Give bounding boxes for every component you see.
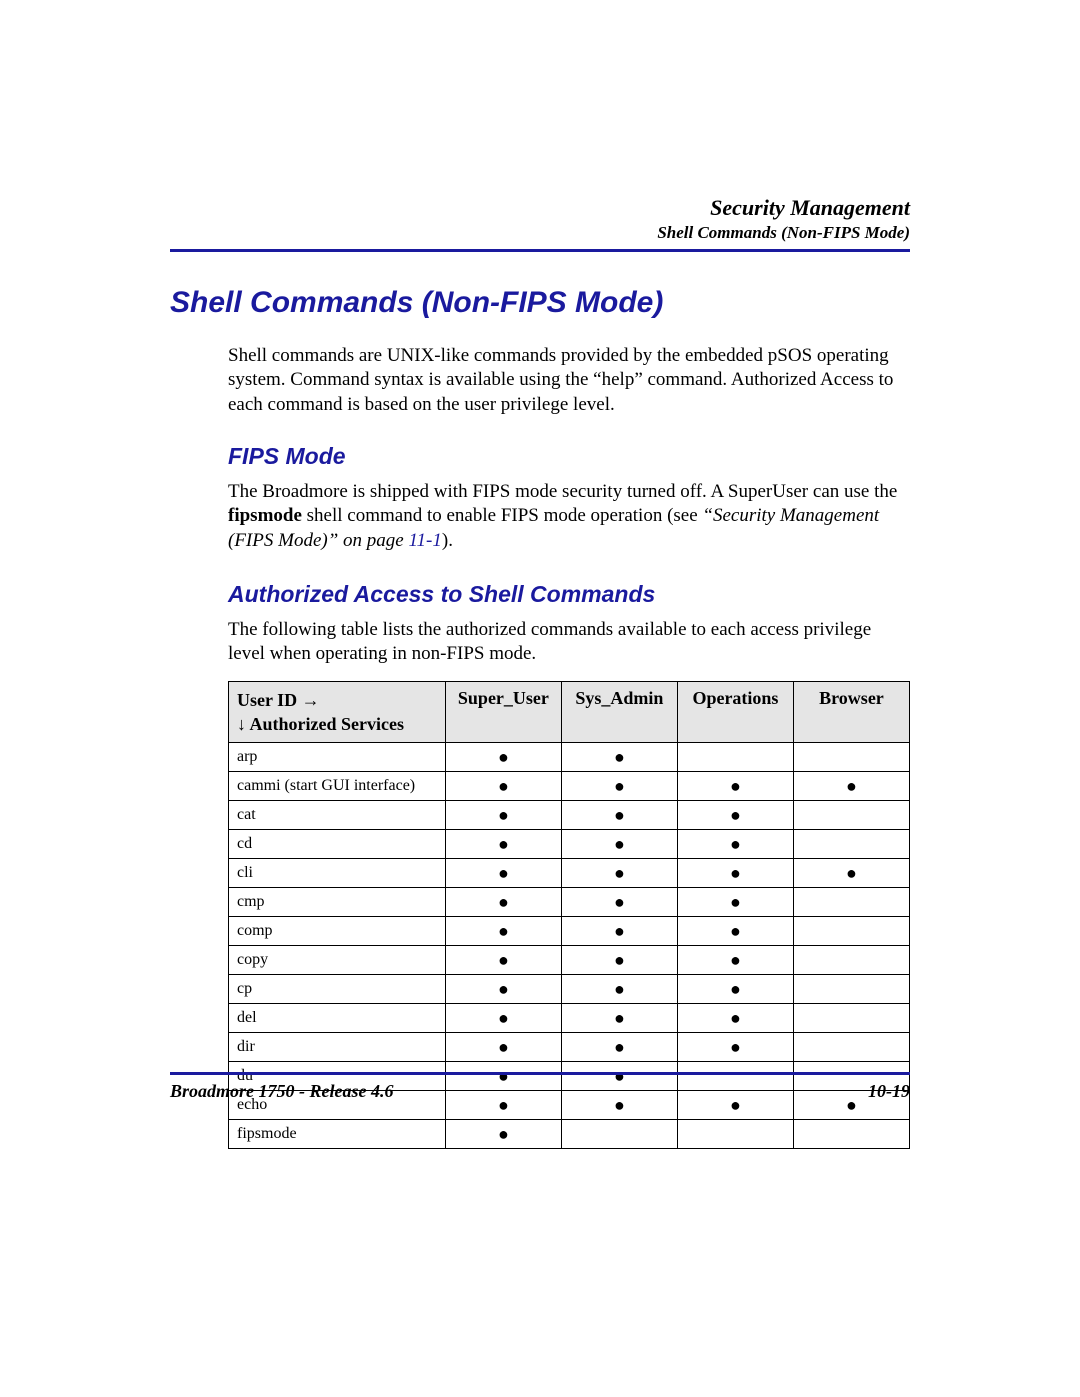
access-cell: ● <box>677 888 793 917</box>
access-cell: ● <box>561 946 677 975</box>
command-cell: comp <box>229 917 446 946</box>
command-cell: cammi (start GUI interface) <box>229 772 446 801</box>
command-cell: fipsmode <box>229 1120 446 1149</box>
table-row: cd●●● <box>229 830 910 859</box>
command-cell: dir <box>229 1033 446 1062</box>
access-cell <box>793 888 909 917</box>
access-cell <box>677 1120 793 1149</box>
fips-bold: fipsmode <box>228 505 302 526</box>
command-cell: del <box>229 1004 446 1033</box>
footer-left: Broadmore 1750 - Release 4.6 <box>170 1081 393 1102</box>
fips-text-b: shell command to enable FIPS mode operat… <box>302 505 703 526</box>
access-cell: ● <box>445 1120 561 1149</box>
table-header-col-1: Sys_Admin <box>561 681 677 743</box>
access-cell <box>793 1004 909 1033</box>
access-cell: ● <box>677 917 793 946</box>
table-row: cat●●● <box>229 801 910 830</box>
command-cell: arp <box>229 743 446 772</box>
access-cell: ● <box>561 772 677 801</box>
table-row: copy●●● <box>229 946 910 975</box>
access-cell: ● <box>445 772 561 801</box>
fips-page-link[interactable]: 11-1 <box>408 530 441 551</box>
table-row: fipsmode● <box>229 1120 910 1149</box>
access-cell <box>793 801 909 830</box>
table-row: comp●●● <box>229 917 910 946</box>
page-header: Security Management Shell Commands (Non-… <box>170 195 910 243</box>
access-cell <box>793 917 909 946</box>
table-row: cli●●●● <box>229 859 910 888</box>
intro-paragraph: Shell commands are UNIX-like commands pr… <box>228 344 910 417</box>
table-row: cmp●●● <box>229 888 910 917</box>
access-cell: ● <box>445 801 561 830</box>
command-cell: cat <box>229 801 446 830</box>
access-cell: ● <box>561 801 677 830</box>
access-cell <box>677 743 793 772</box>
command-cell: cli <box>229 859 446 888</box>
fips-text-c: ). <box>442 530 453 551</box>
access-cell: ● <box>677 830 793 859</box>
access-cell: ● <box>561 975 677 1004</box>
header-title: Security Management <box>170 195 910 221</box>
access-cell: ● <box>445 1033 561 1062</box>
page-footer: Broadmore 1750 - Release 4.6 10-19 <box>170 1072 910 1102</box>
table-row: dir●●● <box>229 1033 910 1062</box>
access-cell: ● <box>561 859 677 888</box>
access-cell: ● <box>677 946 793 975</box>
command-cell: cd <box>229 830 446 859</box>
access-cell: ● <box>561 743 677 772</box>
access-cell: ● <box>561 888 677 917</box>
page-title: Shell Commands (Non-FIPS Mode) <box>170 286 910 320</box>
footer-right: 10-19 <box>868 1081 910 1102</box>
table-row: cammi (start GUI interface)●●●● <box>229 772 910 801</box>
access-cell: ● <box>445 859 561 888</box>
access-cell <box>793 743 909 772</box>
access-cell: ● <box>445 888 561 917</box>
access-cell: ● <box>561 1033 677 1062</box>
access-cell: ● <box>445 946 561 975</box>
access-cell: ● <box>561 830 677 859</box>
table-header-col-3: Browser <box>793 681 909 743</box>
fips-text-a: The Broadmore is shipped with FIPS mode … <box>228 481 897 502</box>
access-cell <box>793 946 909 975</box>
table-header-col-0: Super_User <box>445 681 561 743</box>
access-cell: ● <box>677 1004 793 1033</box>
access-cell <box>561 1120 677 1149</box>
access-cell: ● <box>561 917 677 946</box>
header-rule <box>170 249 910 252</box>
access-cell: ● <box>793 859 909 888</box>
access-cell: ● <box>793 772 909 801</box>
footer-rule <box>170 1072 910 1075</box>
table-header-left: User ID → ↓ Authorized Services <box>229 681 446 743</box>
table-row: cp●●● <box>229 975 910 1004</box>
hdr-left-line2: ↓ Authorized Services <box>237 714 404 734</box>
access-cell: ● <box>677 1033 793 1062</box>
fips-heading: FIPS Mode <box>228 443 910 470</box>
table-row: arp●● <box>229 743 910 772</box>
header-subtitle: Shell Commands (Non-FIPS Mode) <box>170 223 910 243</box>
access-cell: ● <box>677 975 793 1004</box>
access-cell <box>793 1033 909 1062</box>
access-cell: ● <box>561 1004 677 1033</box>
table-row: del●●● <box>229 1004 910 1033</box>
access-cell: ● <box>445 975 561 1004</box>
access-cell <box>793 830 909 859</box>
table-header-row: User ID → ↓ Authorized Services Super_Us… <box>229 681 910 743</box>
command-cell: cmp <box>229 888 446 917</box>
table-header-col-2: Operations <box>677 681 793 743</box>
access-cell: ● <box>677 801 793 830</box>
command-cell: cp <box>229 975 446 1004</box>
access-cell <box>793 975 909 1004</box>
access-cell: ● <box>445 917 561 946</box>
access-cell: ● <box>445 830 561 859</box>
command-cell: copy <box>229 946 446 975</box>
auth-heading: Authorized Access to Shell Commands <box>228 581 910 608</box>
access-cell: ● <box>677 772 793 801</box>
access-cell <box>793 1120 909 1149</box>
auth-paragraph: The following table lists the authorized… <box>228 618 910 667</box>
fips-paragraph: The Broadmore is shipped with FIPS mode … <box>228 480 910 553</box>
access-cell: ● <box>677 859 793 888</box>
access-cell: ● <box>445 743 561 772</box>
hdr-left-line1: User ID → <box>237 690 320 710</box>
access-cell: ● <box>445 1004 561 1033</box>
